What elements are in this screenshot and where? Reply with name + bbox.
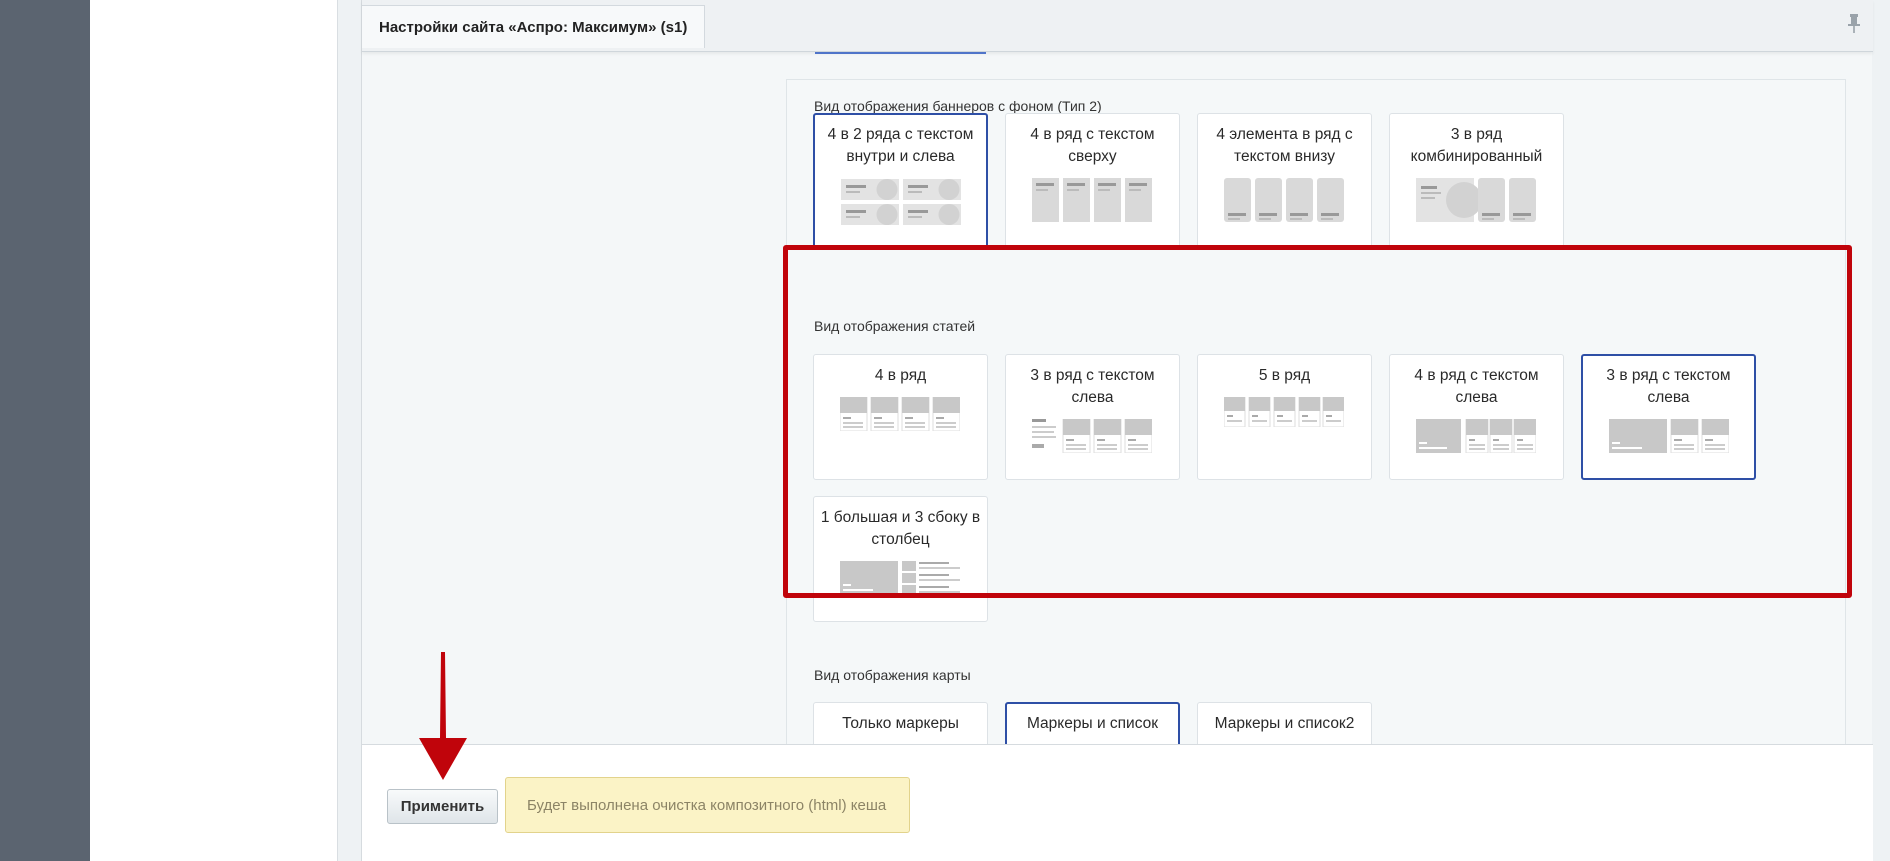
article-layout-4-preview-icon (840, 397, 960, 431)
window-header: Настройки сайта «Аспро: Максимум» (s1) (362, 0, 1873, 52)
banner-option-4-text-bottom[interactable]: 4 элемента в ряд с текстом внизу (1197, 113, 1372, 250)
cache-clear-notice: Будет выполнена очистка композитного (ht… (505, 777, 910, 833)
banner-option-4-text-top[interactable]: 4 в ряд с текстом сверху (1005, 113, 1180, 250)
article-option-4-text-left[interactable]: 4 в ряд с текстом слева (1389, 354, 1564, 480)
banner-option-3-combined[interactable]: 3 в ряд комбинированный (1389, 113, 1564, 250)
window-footer: Применить Будет выполнена очистка композ… (362, 744, 1873, 861)
page-gutter (339, 0, 361, 861)
banner-layout-4-bottom-preview-icon (1224, 178, 1344, 222)
pin-icon[interactable] (1845, 12, 1863, 34)
banners-section-title: Вид отображения баннеров с фоном (Тип 2) (814, 98, 1102, 114)
article-layout-3-text-left-preview-icon (1032, 419, 1152, 453)
article-option-1-big-3-side[interactable]: 1 большая и 3 сбоку в столбец (813, 496, 988, 622)
article-layout-1-big-3-side-preview-icon (840, 561, 960, 595)
article-option-5-in-row[interactable]: 5 в ряд (1197, 354, 1372, 480)
map-option-markers-and-list[interactable]: Маркеры и список (1005, 702, 1180, 744)
window-title-tab[interactable]: Настройки сайта «Аспро: Максимум» (s1) (362, 5, 706, 48)
previous-option-underline (815, 52, 986, 54)
articles-section-title: Вид отображения статей (814, 318, 976, 334)
article-option-4-in-row[interactable]: 4 в ряд (813, 354, 988, 480)
red-arrow-pointer-icon (419, 652, 467, 780)
article-option-3-text-left[interactable]: 3 в ряд с текстом слева (1005, 354, 1180, 480)
apply-button[interactable]: Применить (387, 789, 498, 824)
article-layout-3-text-left-alt-preview-icon (1609, 419, 1729, 453)
article-layout-5-preview-icon (1224, 397, 1344, 427)
banner-option-4x2-text-inside-left[interactable]: 4 в 2 ряда с текстом внутри и слева (813, 113, 988, 250)
left-sidebar-rail (0, 0, 90, 861)
article-layout-4-text-left-preview-icon (1416, 419, 1536, 453)
map-section-title: Вид отображения карты (814, 667, 971, 683)
banner-layout-combined-preview-icon (1416, 178, 1536, 222)
cache-clear-notice-text: Будет выполнена очистка композитного (ht… (527, 796, 887, 814)
banner-layout-2x2-preview-icon (841, 179, 961, 225)
article-option-3-text-left-alt[interactable]: 3 в ряд с текстом слева (1581, 354, 1756, 480)
settings-window: Настройки сайта «Аспро: Максимум» (s1) В… (361, 0, 1873, 861)
window-title: Настройки сайта «Аспро: Максимум» (s1) (379, 18, 688, 36)
map-option-markers-only[interactable]: Только маркеры (813, 702, 988, 744)
map-option-markers-and-list2[interactable]: Маркеры и список2 (1197, 702, 1372, 744)
banner-layout-4-top-preview-icon (1032, 178, 1152, 222)
left-navigation-panel (90, 0, 338, 861)
settings-content: Вид отображения баннеров с фоном (Тип 2)… (362, 52, 1873, 744)
